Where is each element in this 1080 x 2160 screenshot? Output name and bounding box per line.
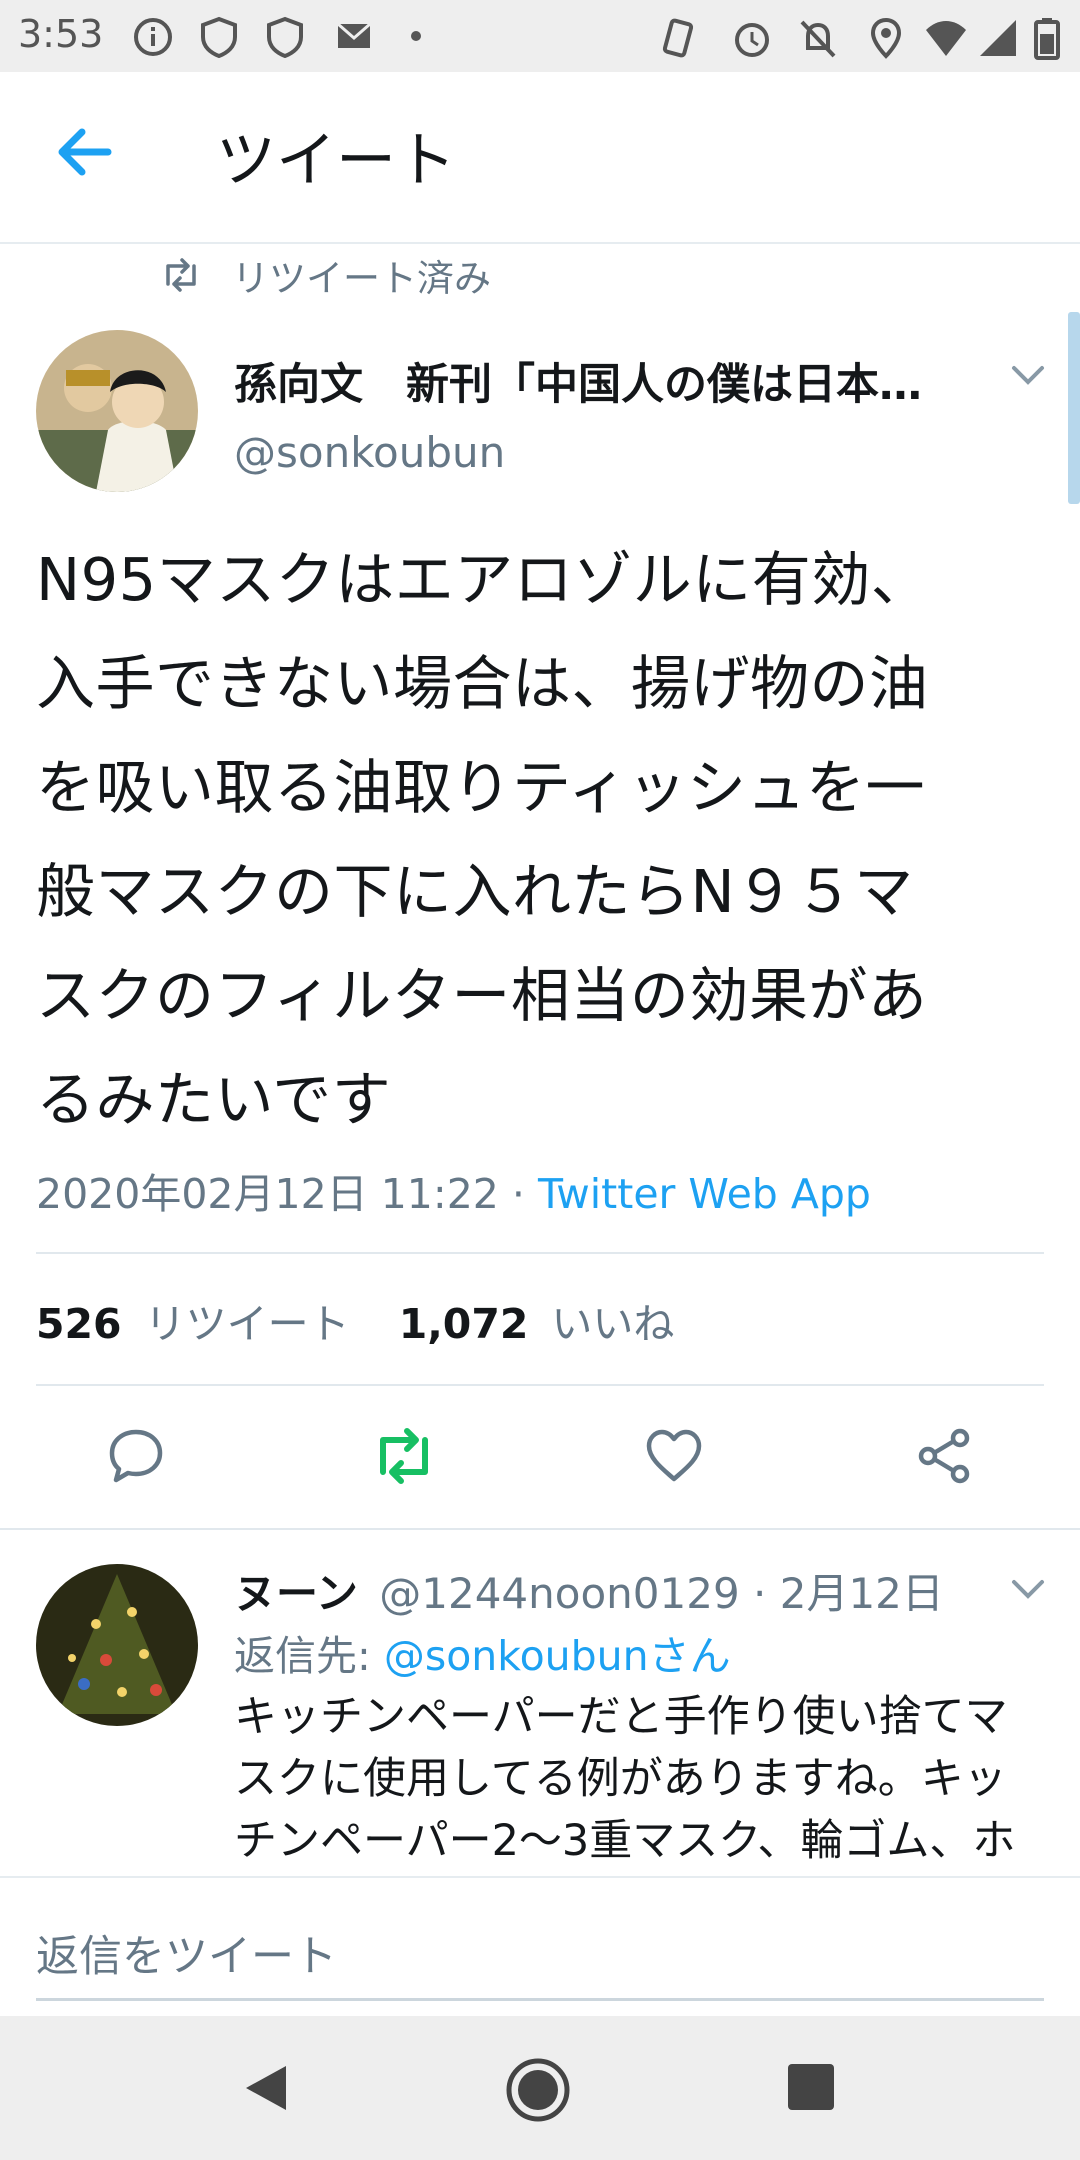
nav-back-icon[interactable]: [238, 2060, 294, 2116]
reply-button[interactable]: [100, 1420, 172, 1492]
app-bar: ツイート: [0, 72, 1080, 244]
meta-separator: ·: [739, 1569, 780, 1618]
phone-shield-icon: [267, 16, 303, 58]
compose-underline: [36, 1998, 1044, 2001]
like-count-label[interactable]: いいね: [551, 1300, 674, 1348]
divider: [36, 1252, 1044, 1254]
reply-menu-chevron-icon[interactable]: [1008, 1574, 1048, 1604]
page-title: ツイート: [216, 126, 456, 196]
phone-shield-icon: [201, 16, 237, 58]
system-nav-bar: [0, 2016, 1080, 2160]
tweet-text-line: を吸い取る油取りティッシュを一: [36, 753, 925, 822]
tweet-text-line: 入手できない場合は、揚げ物の油: [36, 649, 929, 718]
alarm-icon: [735, 23, 769, 57]
nav-recents-icon[interactable]: [786, 2062, 836, 2112]
author-avatar[interactable]: [36, 330, 198, 492]
signal-icon: [980, 20, 1016, 56]
tweet-stats: 526 リツイート 1,072 いいね: [36, 1290, 674, 1350]
tweet-text: N95マスクはエアロゾルに有効、 入手できない場合は、揚げ物の油 を吸い取る油取…: [36, 528, 1046, 1152]
retweet-icon: [380, 1428, 428, 1484]
scroll-indicator: [1068, 312, 1080, 504]
share-icon: [918, 1428, 970, 1484]
heart-icon: [646, 1429, 702, 1482]
tweet-source-link[interactable]: Twitter Web App: [538, 1170, 871, 1218]
tweet-timestamp: 2020年02月12日 11:22: [36, 1170, 499, 1218]
reply-icon: [109, 1429, 163, 1483]
notifications-off-icon: [800, 20, 836, 58]
reply-author-avatar[interactable]: [36, 1564, 198, 1726]
mail-icon: [337, 22, 371, 48]
wifi-icon: [926, 21, 966, 56]
nfc-icon: [662, 18, 694, 58]
retweet-count[interactable]: 526: [36, 1300, 122, 1348]
avatar-image: [36, 330, 198, 492]
like-count[interactable]: 1,072: [399, 1300, 529, 1348]
reply-to-label: 返信先:: [234, 1632, 384, 1680]
nav-home-icon[interactable]: [504, 2056, 572, 2124]
battery-icon: [1034, 18, 1060, 60]
tweet-text-line: るみたいです: [36, 1065, 392, 1134]
retweet-count-label[interactable]: リツイート: [145, 1300, 350, 1348]
retweet-icon: [166, 258, 196, 292]
divider: [36, 1384, 1044, 1386]
author-name[interactable]: 孫向文 新刊「中国人の僕は日本…: [234, 350, 954, 412]
reply-author-name[interactable]: ヌーン: [234, 1569, 358, 1618]
retweeted-label: リツイート済み: [232, 257, 491, 300]
dot-icon: [411, 31, 421, 41]
status-time: 3:53: [18, 12, 104, 56]
retweeted-banner: リツイート済み: [160, 248, 491, 302]
tweet-text-line: 般マスクの下に入れたらN９５マ: [36, 857, 914, 926]
tweet-meta: 2020年02月12日 11:22 · Twitter Web App: [36, 1160, 871, 1220]
author-handle[interactable]: @sonkoubun: [234, 428, 505, 477]
reply-author-handle[interactable]: @1244noon0129: [379, 1569, 739, 1618]
meta-separator: ·: [498, 1170, 538, 1218]
reply-header: ヌーン @1244noon0129 · 2月12日: [234, 1560, 944, 1621]
avatar-image: [36, 1564, 198, 1726]
tweet-text-line: スクのフィルター相当の効果があ: [36, 961, 928, 1030]
status-bar: 3:53: [0, 0, 1080, 72]
reply-to-line: 返信先: @sonkoubunさん: [234, 1622, 731, 1682]
info-icon: [134, 18, 172, 56]
reply-date: 2月12日: [779, 1569, 944, 1618]
tweet-text-line: N95マスクはエアロゾルに有効、: [36, 545, 931, 614]
retweet-button[interactable]: [368, 1420, 440, 1492]
reply-text: キッチンペーパーだと手作り使い捨てマスクに使用してる例がありますね。キッチンペー…: [234, 1692, 1016, 1866]
like-button[interactable]: [638, 1420, 710, 1492]
location-icon: [870, 17, 902, 59]
divider: [0, 1528, 1080, 1530]
reply-to-user-link[interactable]: @sonkoubunさん: [384, 1632, 731, 1680]
reply-compose-bar: 返信をツイート: [0, 1876, 1080, 2018]
share-button[interactable]: [908, 1420, 980, 1492]
back-arrow-icon[interactable]: [50, 118, 118, 186]
reply-compose-input[interactable]: 返信をツイート: [36, 1922, 337, 1984]
tweet-menu-chevron-icon[interactable]: [1008, 360, 1048, 390]
